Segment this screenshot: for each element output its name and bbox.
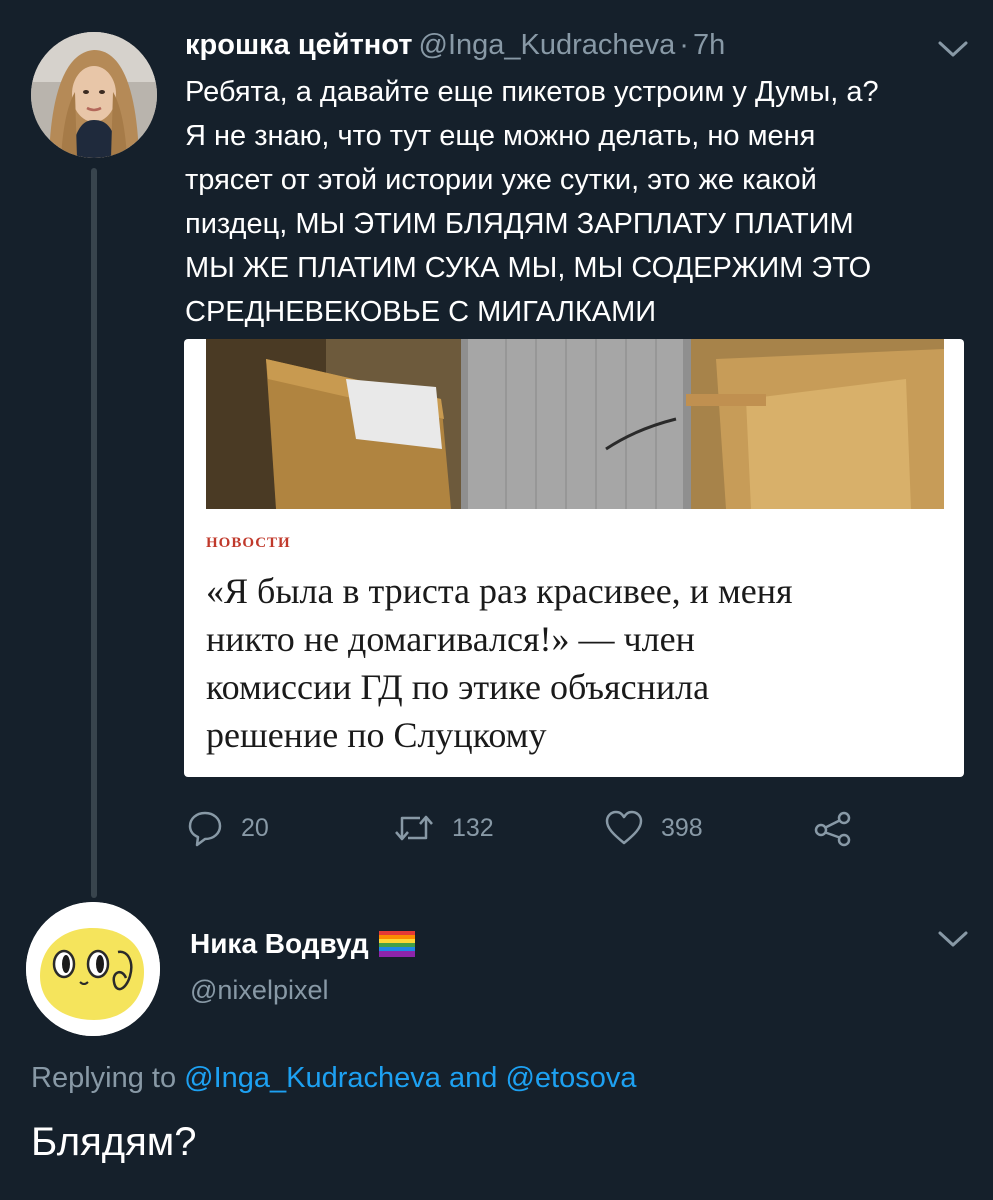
reply-button[interactable]: 20 [185, 806, 269, 850]
tweet-text: Ребята, а давайте еще пикетов устроим у … [185, 70, 975, 334]
like-button[interactable]: 398 [603, 806, 703, 850]
reply-author-avatar[interactable] [26, 902, 160, 1036]
tweet-actions-bar: 20 132 398 [185, 806, 865, 850]
card-category-label: НОВОСТИ [206, 535, 291, 551]
card-image [206, 339, 944, 509]
like-count: 398 [661, 813, 703, 842]
reply-count: 20 [241, 813, 269, 842]
replying-to-line: Replying to @Inga_Kudracheva and @etosov… [31, 1062, 636, 1095]
chevron-down-icon[interactable] [936, 928, 970, 950]
tweet-text-line: трясет от этой истории уже сутки, это же… [185, 164, 817, 196]
reply-text: Блядям? [31, 1120, 197, 1164]
chevron-down-icon[interactable] [936, 38, 970, 60]
tweet-text-line: пиздец, МЫ ЭТИМ БЛЯДЯМ ЗАРПЛАТУ ПЛАТИМ [185, 208, 854, 240]
reply-author-handle[interactable]: @nixelpixel [190, 975, 328, 1006]
retweet-icon [395, 815, 433, 841]
reply-author-row: Ника Водвуд [190, 928, 415, 960]
reply-author-name[interactable]: Ника Водвуд [190, 928, 369, 960]
card-title-line: комиссии ГД по этике объяснила [206, 667, 710, 707]
avatar-photo [31, 32, 157, 158]
card-title-line: решение по Слуцкому [206, 715, 547, 755]
card-title-line: «Я была в триста раз красивее, и меня [206, 571, 793, 611]
replying-to-label: Replying to [31, 1062, 177, 1094]
author-avatar[interactable] [31, 32, 157, 158]
retweet-count: 132 [452, 813, 494, 842]
author-name[interactable]: крошка цейтнот [185, 29, 413, 61]
rainbow-flag-icon [378, 931, 415, 957]
share-icon [814, 811, 851, 847]
heart-icon [605, 810, 643, 845]
tweet-text-line: Я не знаю, что тут еще можно делать, но … [185, 120, 816, 152]
speech-bubble-icon [188, 811, 222, 847]
card-title-line: никто не домагивался!» — член [206, 619, 695, 659]
retweet-button[interactable]: 132 [392, 806, 494, 850]
share-button[interactable] [813, 806, 853, 850]
header-separator: · [679, 29, 689, 61]
author-handle[interactable]: @Inga_Kudracheva [419, 29, 676, 61]
link-preview-card[interactable]: НОВОСТИ «Я была в триста раз красивее, и… [184, 339, 964, 777]
mention-conjunction: and [449, 1062, 498, 1094]
thread-connector-line [91, 168, 97, 898]
card-title: «Я была в триста раз красивее, и меня ни… [206, 567, 926, 759]
mention-link[interactable]: @etosova [505, 1062, 636, 1094]
mention-link[interactable]: @Inga_Kudracheva [184, 1062, 441, 1094]
tweet-text-line: СРЕДНЕВЕКОВЬЕ С МИГАЛКАМИ [185, 296, 657, 328]
avatar-illustration [26, 902, 160, 1036]
tweet-header: крошка цейтнот @Inga_Kudracheva · 7h [185, 28, 725, 62]
tweet-text-line: Ребята, а давайте еще пикетов устроим у … [185, 76, 879, 108]
tweet-text-line: МЫ ЖЕ ПЛАТИМ СУКА МЫ, МЫ СОДЕРЖИМ ЭТО [185, 252, 872, 284]
tweet-timestamp[interactable]: 7h [693, 29, 725, 61]
